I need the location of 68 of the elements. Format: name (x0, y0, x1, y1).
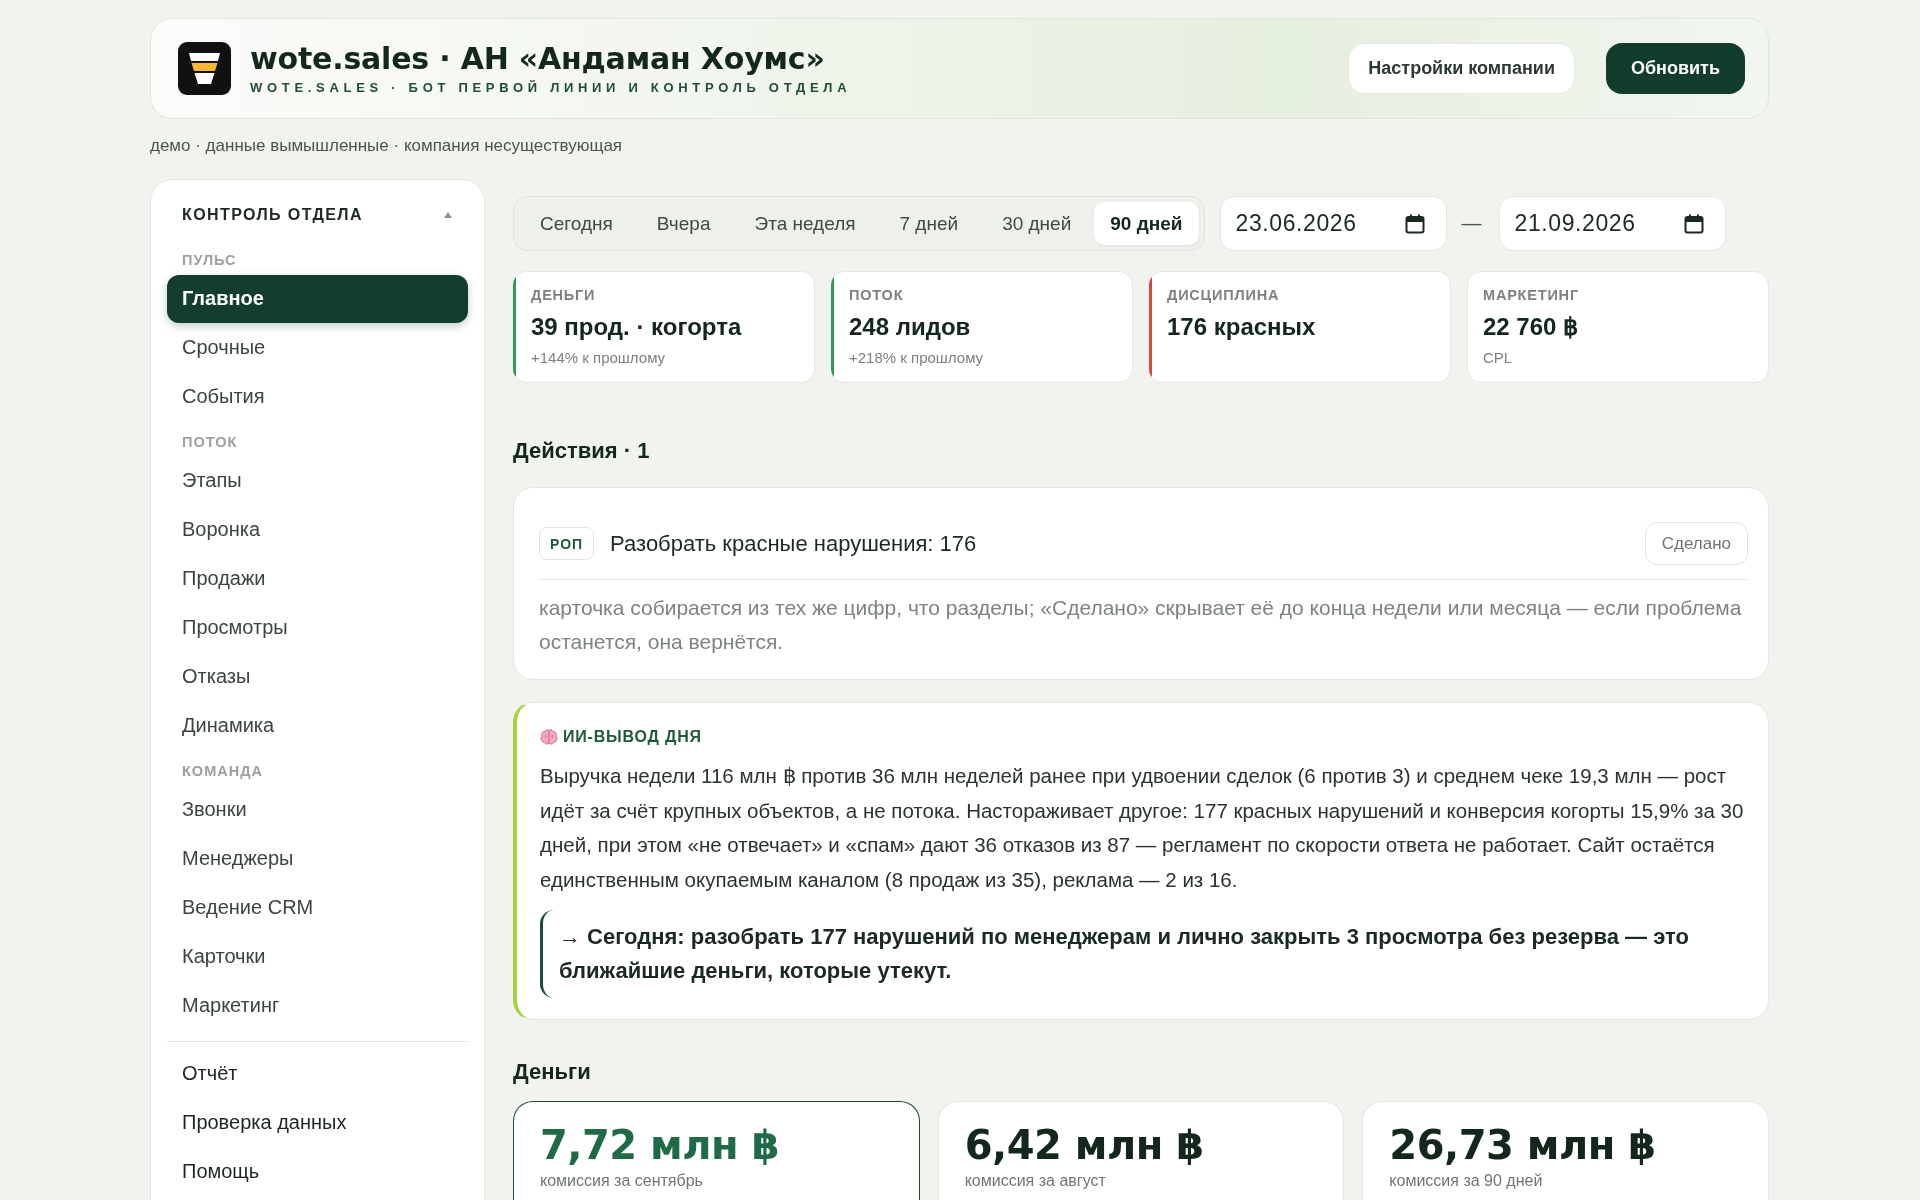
money-caption: комиссия за 90 дней (1389, 1171, 1543, 1190)
nav-item[interactable]: Помощь (167, 1148, 468, 1196)
nav-item[interactable]: Звонки (167, 786, 468, 834)
nav-item[interactable]: Главное (167, 275, 468, 323)
nav-item[interactable]: Карточки (167, 933, 468, 981)
period-tab[interactable]: 90 дней (1094, 202, 1199, 245)
brain-icon (540, 729, 558, 745)
money-caption: комиссия за сентябрь (540, 1171, 703, 1190)
kpi-value: 22 760 ฿ (1483, 312, 1579, 341)
section-heading: Действия · 1 (513, 437, 650, 465)
nav-item[interactable]: События (167, 373, 468, 421)
kpi-label: ДИСЦИПЛИНА (1167, 287, 1280, 304)
settings-button[interactable]: Настройки компании (1348, 43, 1575, 94)
ai-summary-text: Выручка недели 116 млн ฿ против 36 млн неделей ранее при удвоении сделок (6 против 3) и среднем чеке 19,3 млн — рост идёт за счёт крупных объектов, а не потока. Настораживает другое: 177 красных нарушений и конверсия когорты 15,9% за 30 дней, при этом «не отвечает» и «спам» дают 36 отказов из 87 — регламент по скорости ответа не работает. Сайт остаётся единственным окупаемым каналом (8 продаж из 35), реклама — 2 из 16. (540, 763, 1744, 893)
nav-item[interactable]: Динамика (167, 702, 468, 750)
date-field[interactable]: 23.06.2026 (1219, 196, 1447, 251)
money-card[interactable]: 26,73 млн ฿ комиссия за 90 дней (1362, 1101, 1769, 1200)
logo-icon (178, 42, 231, 95)
nav-group-label: ПУЛЬС (181, 252, 237, 269)
money-value: 6,42 млн ฿ (964, 1122, 1204, 1168)
kpi-note: CPL (1483, 349, 1513, 367)
money-card[interactable]: 7,72 млн ฿ комиссия за сентябрь (513, 1101, 920, 1200)
nav-item[interactable]: Ведение CRM (167, 884, 468, 932)
app-subtitle: WOTE.SALES · БОТ ПЕРВОЙ ЛИНИИ И КОНТРОЛЬ ОТДЕЛА (250, 80, 852, 95)
action-title: Разобрать красные нарушения: 176 (610, 530, 977, 557)
kpi-label: ПОТОК (849, 287, 904, 304)
money-caption: комиссия за август (964, 1171, 1106, 1190)
period-tab[interactable]: Сегодня (519, 202, 634, 245)
date-separator: — (1461, 212, 1482, 235)
section-heading: Деньги (513, 1058, 591, 1086)
conclusion-quote: → Сегодня: разобрать 177 нарушений по менеджерам и лично закрыть 3 просмотра без резерва — это ближайшие деньги, которые утекут. (540, 910, 1744, 998)
kpi-note: +144% к прошлому (531, 349, 666, 367)
demo-note: демо · данные вымышленные · компания несуществующая (150, 136, 623, 156)
calendar-icon (1683, 213, 1704, 234)
nav-item[interactable]: Просмотры (167, 604, 468, 652)
nav-group-label: ПОТОК (181, 434, 238, 451)
role-tag: РОП (539, 527, 595, 560)
nav-item[interactable]: Отказы (167, 653, 468, 701)
kpi-value: 39 прод. · когорта (531, 312, 742, 341)
kpi-value: 248 лидов (849, 312, 971, 341)
nav-item[interactable]: Продажи (167, 555, 468, 603)
nav-item[interactable]: Проверка данных (167, 1099, 468, 1147)
app-title: wote.sales · АН «Андаман Хоумс» (250, 42, 825, 76)
nav-item[interactable]: Отчёт (167, 1050, 468, 1098)
done-button[interactable]: Сделано (1644, 522, 1748, 565)
section-toggle[interactable]: КОНТРОЛЬ ОТДЕЛА (167, 202, 468, 228)
period-tab[interactable]: 7 дней (878, 202, 980, 245)
refresh-button[interactable]: Обновить (1606, 43, 1745, 94)
kpi-label: МАРКЕТИНГ (1483, 287, 1579, 304)
kpi-note: +218% к прошлому (849, 349, 984, 367)
kpi-value: 176 красных (1167, 312, 1316, 341)
date-field[interactable]: 21.09.2026 (1498, 196, 1726, 251)
money-card[interactable]: 6,42 млн ฿ комиссия за август (937, 1101, 1345, 1200)
calendar-icon (1404, 213, 1425, 234)
nav-item[interactable]: Срочные (167, 324, 468, 372)
period-tab[interactable]: 30 дней (981, 202, 1093, 245)
action-description: карточка собирается из тех же цифр, что разделы; «Сделано» скрывает её до конца недели или месяца — если проблема останется, она вернётся. (539, 595, 1743, 655)
nav-item[interactable]: Менеджеры (167, 835, 468, 883)
money-value: 26,73 млн ฿ (1389, 1122, 1656, 1168)
period-tab[interactable]: Вчера (635, 202, 732, 245)
nav-item[interactable]: Этапы (167, 457, 468, 505)
nav-group-label: КОМАНДА (181, 763, 263, 780)
nav-item[interactable]: Маркетинг (167, 982, 468, 1030)
period-tab[interactable]: Эта неделя (733, 202, 877, 245)
nav-item[interactable]: Воронка (167, 506, 468, 554)
kpi-label: ДЕНЬГИ (531, 287, 596, 304)
ai-summary-label: ИИ-ВЫВОД ДНЯ (563, 728, 702, 746)
money-value: 7,72 млн ฿ (540, 1122, 779, 1168)
